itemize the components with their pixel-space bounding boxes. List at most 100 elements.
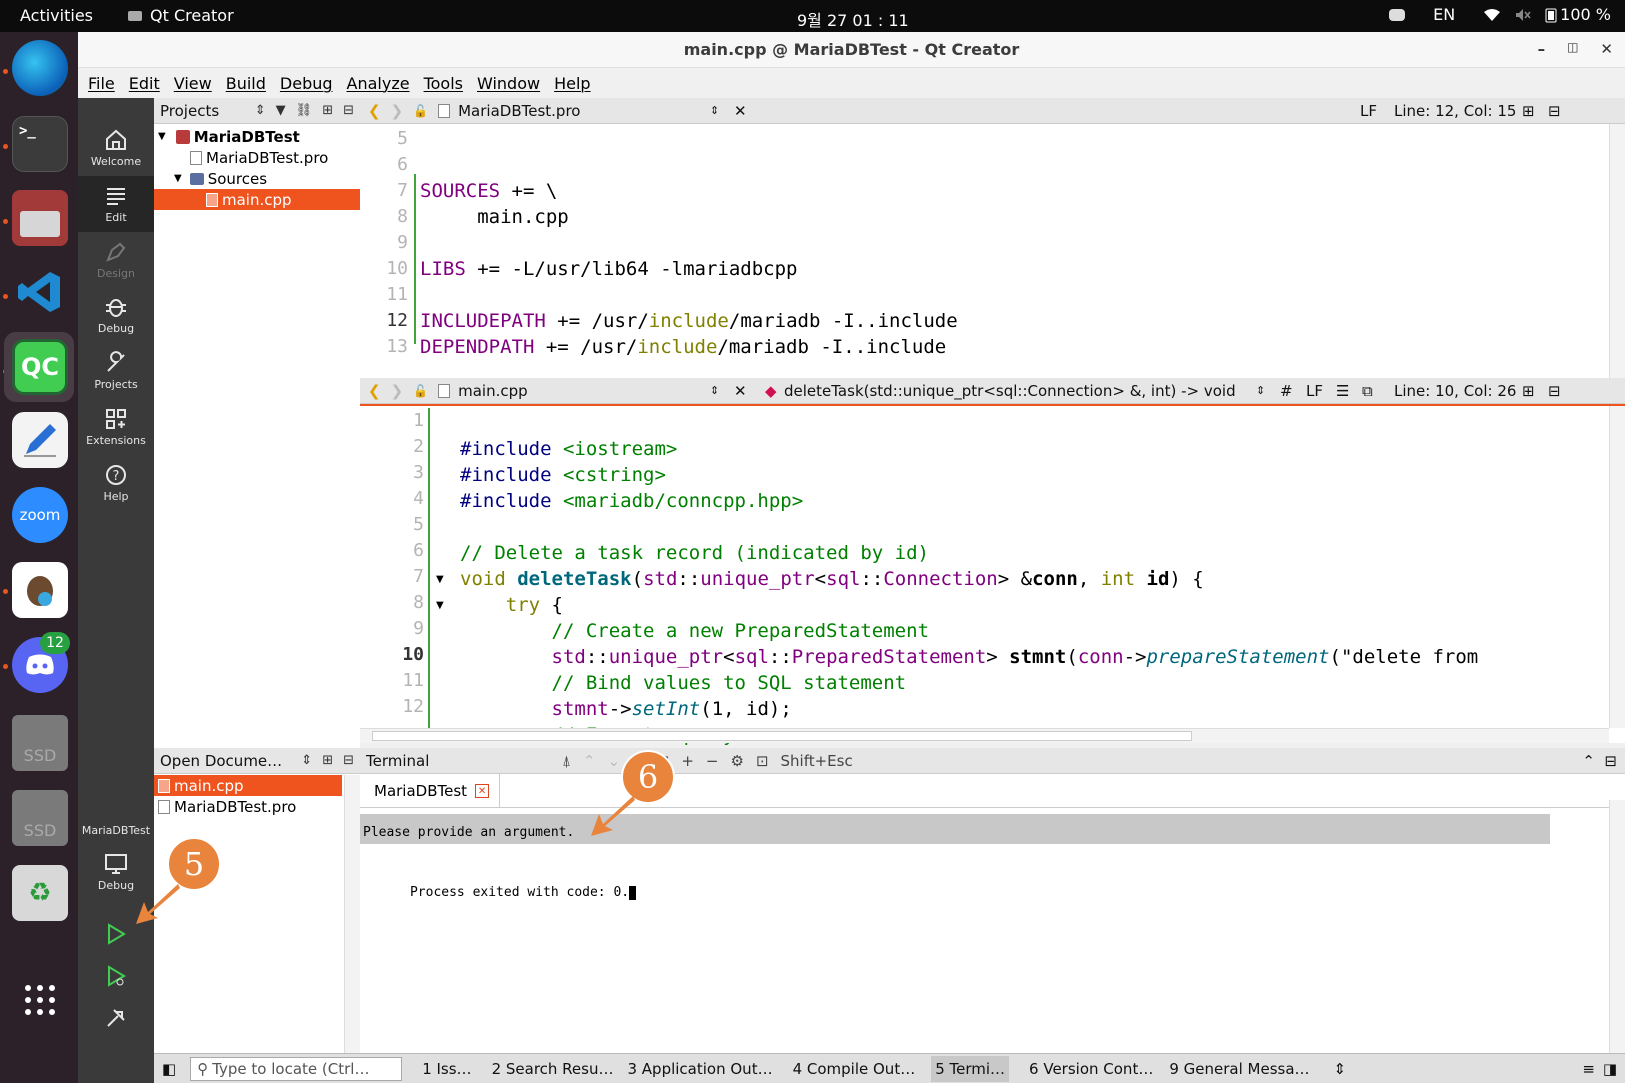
terminal-scrollbar[interactable] <box>1609 800 1625 1053</box>
symbol-dropdown-icon[interactable]: ⇕ <box>1256 384 1265 397</box>
activities-button[interactable]: Activities <box>20 6 93 25</box>
fold-arrow-icon[interactable]: ▼ <box>436 574 444 585</box>
mode-design[interactable]: Design <box>78 232 154 288</box>
output-tab-search[interactable]: 2 Search Resu… <box>492 1060 614 1078</box>
build-button[interactable] <box>78 990 154 1046</box>
system-tray[interactable]: EN 100 % <box>1389 5 1611 24</box>
open-documents-title[interactable]: Open Docume… <box>160 752 282 770</box>
editor2-scrollbar[interactable] <box>1609 406 1625 728</box>
vscode-icon[interactable] <box>12 264 68 320</box>
ssd-drive-icon[interactable]: SSD <box>12 790 68 846</box>
file-dropdown-icon[interactable]: ⇕ <box>710 384 719 397</box>
menu-file[interactable]: File <box>88 74 115 93</box>
trash-icon[interactable]: ♻ <box>12 865 68 921</box>
mode-welcome[interactable]: Welcome <box>78 120 154 176</box>
show-apps-icon[interactable] <box>12 972 68 1028</box>
lock-input-icon[interactable]: ⍋ <box>562 752 571 770</box>
fold-arrow-icon[interactable]: ▼ <box>436 600 444 611</box>
output-tab-compile[interactable]: 4 Compile Out… <box>793 1060 916 1078</box>
tree-main-cpp[interactable]: main.cpp <box>206 189 292 210</box>
active-app-menu[interactable]: Qt Creator <box>128 6 234 25</box>
output-tab-application[interactable]: 3 Application Out… <box>627 1060 772 1078</box>
cursor-position[interactable]: Line: 12, Col: 15 <box>1394 102 1516 120</box>
mode-extensions[interactable]: Extensions <box>78 399 154 455</box>
progress-icon[interactable]: ≡ <box>1582 1060 1595 1078</box>
terminal-line[interactable]: Process exited with code: 0. <box>363 848 637 938</box>
settings-icon[interactable]: ⚙ <box>730 752 743 770</box>
edge-icon[interactable] <box>12 40 68 96</box>
terminal-tab[interactable]: MariaDBTest ✕ <box>364 774 501 808</box>
tree-sources-folder[interactable]: ▼ Sources <box>174 168 267 189</box>
tree-project-root[interactable]: ▼ MariaDBTest <box>158 126 300 147</box>
sort-icon[interactable]: ⇕ <box>255 103 266 118</box>
sort-icon[interactable]: ⇕ <box>301 753 312 768</box>
shortcut-toggle-icon[interactable]: ⊡ <box>756 752 769 770</box>
back-arrow-icon[interactable]: ❮ <box>368 102 381 120</box>
open-docs-scrollbar[interactable] <box>344 775 360 1053</box>
projects-pane-title[interactable]: Projects <box>160 102 219 120</box>
dbeaver-icon[interactable] <box>12 562 68 618</box>
language-indicator[interactable]: EN <box>1433 5 1455 24</box>
line-ending[interactable]: LF <box>1306 382 1323 400</box>
text-editor-icon[interactable] <box>12 412 68 468</box>
close-pane-icon[interactable]: ⊟ <box>343 753 354 768</box>
close-file-icon[interactable]: ✕ <box>734 382 747 400</box>
menu-window[interactable]: Window <box>477 74 540 93</box>
split-icon[interactable]: ⊞ <box>1522 382 1535 400</box>
zoom-icon[interactable]: zoom <box>12 487 68 543</box>
menu-tools[interactable]: Tools <box>424 74 463 93</box>
open-doc-item[interactable]: main.cpp <box>158 775 244 796</box>
forward-arrow-icon[interactable]: ❯ <box>391 102 404 120</box>
split-icon[interactable]: ⊞ <box>1522 102 1535 120</box>
output-tab-general[interactable]: 9 General Messa… <box>1169 1060 1309 1078</box>
close-pane-icon[interactable]: ⊟ <box>1604 752 1617 770</box>
editor2-file-name[interactable]: main.cpp <box>458 382 528 400</box>
ssd-drive-icon[interactable]: SSD <box>12 715 68 771</box>
menu-analyze[interactable]: Analyze <box>347 74 410 93</box>
menu-help[interactable]: Help <box>554 74 590 93</box>
filter-icon[interactable]: ▼ <box>276 103 286 118</box>
maximize-panel-icon[interactable]: ⌃ <box>1582 752 1595 770</box>
discord-tray-icon[interactable] <box>1389 8 1406 21</box>
mode-edit[interactable]: Edit <box>78 176 154 232</box>
link-icon[interactable]: ⧉ <box>1362 382 1373 400</box>
locator-input[interactable]: ⚲ Type to locate (Ctrl… <box>190 1056 403 1081</box>
output-tab-issues[interactable]: 1 Iss… <box>422 1060 471 1078</box>
more-tabs-icon[interactable]: ⇕ <box>1334 1060 1347 1078</box>
mode-debug[interactable]: Debug <box>78 287 154 343</box>
menu-edit[interactable]: Edit <box>129 74 160 93</box>
remove-icon[interactable]: − <box>706 752 719 770</box>
minimize-icon[interactable]: – <box>1538 40 1546 58</box>
tree-pro-file[interactable]: MariaDBTest.pro <box>190 147 328 168</box>
menu-build[interactable]: Build <box>226 74 266 93</box>
close-icon[interactable]: ✕ <box>1600 40 1613 58</box>
split-icon[interactable]: ⊞ <box>322 103 333 118</box>
terminal-icon[interactable]: >_ <box>12 116 68 172</box>
menu-debug[interactable]: Debug <box>280 74 333 93</box>
close-pane-icon[interactable]: ⊟ <box>1548 102 1561 120</box>
close-pane-icon[interactable]: ⊟ <box>343 103 354 118</box>
open-doc-item[interactable]: MariaDBTest.pro <box>158 796 296 817</box>
forward-arrow-icon[interactable]: ❯ <box>391 382 404 400</box>
outline-icon[interactable]: ☰ <box>1336 382 1349 400</box>
editor1-scrollbar[interactable] <box>1609 124 1625 378</box>
menu-view[interactable]: View <box>174 74 212 93</box>
file-dropdown-icon[interactable]: ⇕ <box>710 104 719 117</box>
close-file-icon[interactable]: ✕ <box>734 102 747 120</box>
window-titlebar[interactable]: main.cpp @ MariaDBTest - Qt Creator – ◫ … <box>78 32 1625 68</box>
output-tab-version-control[interactable]: 6 Version Cont… <box>1029 1060 1153 1078</box>
editor1-file-name[interactable]: MariaDBTest.pro <box>458 102 580 120</box>
cpp-code[interactable]: #include <iostream> #include <cstring> #… <box>460 410 1605 774</box>
up-icon[interactable]: ⌃ <box>583 752 596 770</box>
cursor-position[interactable]: Line: 10, Col: 26 <box>1394 382 1516 400</box>
mode-projects[interactable]: Projects <box>78 343 154 399</box>
toggle-right-sidebar-icon[interactable]: ◨ <box>1603 1060 1617 1078</box>
terminal-line[interactable]: Please provide an argument. <box>363 818 574 848</box>
close-tab-icon[interactable]: ✕ <box>475 784 490 798</box>
editor2-hscrollbar[interactable] <box>360 728 1609 743</box>
output-tab-terminal[interactable]: 5 Termi… <box>931 1055 1010 1082</box>
link-icon[interactable]: ⛓ <box>296 103 313 118</box>
maximize-icon[interactable]: ◫ <box>1567 40 1578 58</box>
down-icon[interactable]: ⌄ <box>608 752 621 770</box>
back-arrow-icon[interactable]: ❮ <box>368 382 381 400</box>
